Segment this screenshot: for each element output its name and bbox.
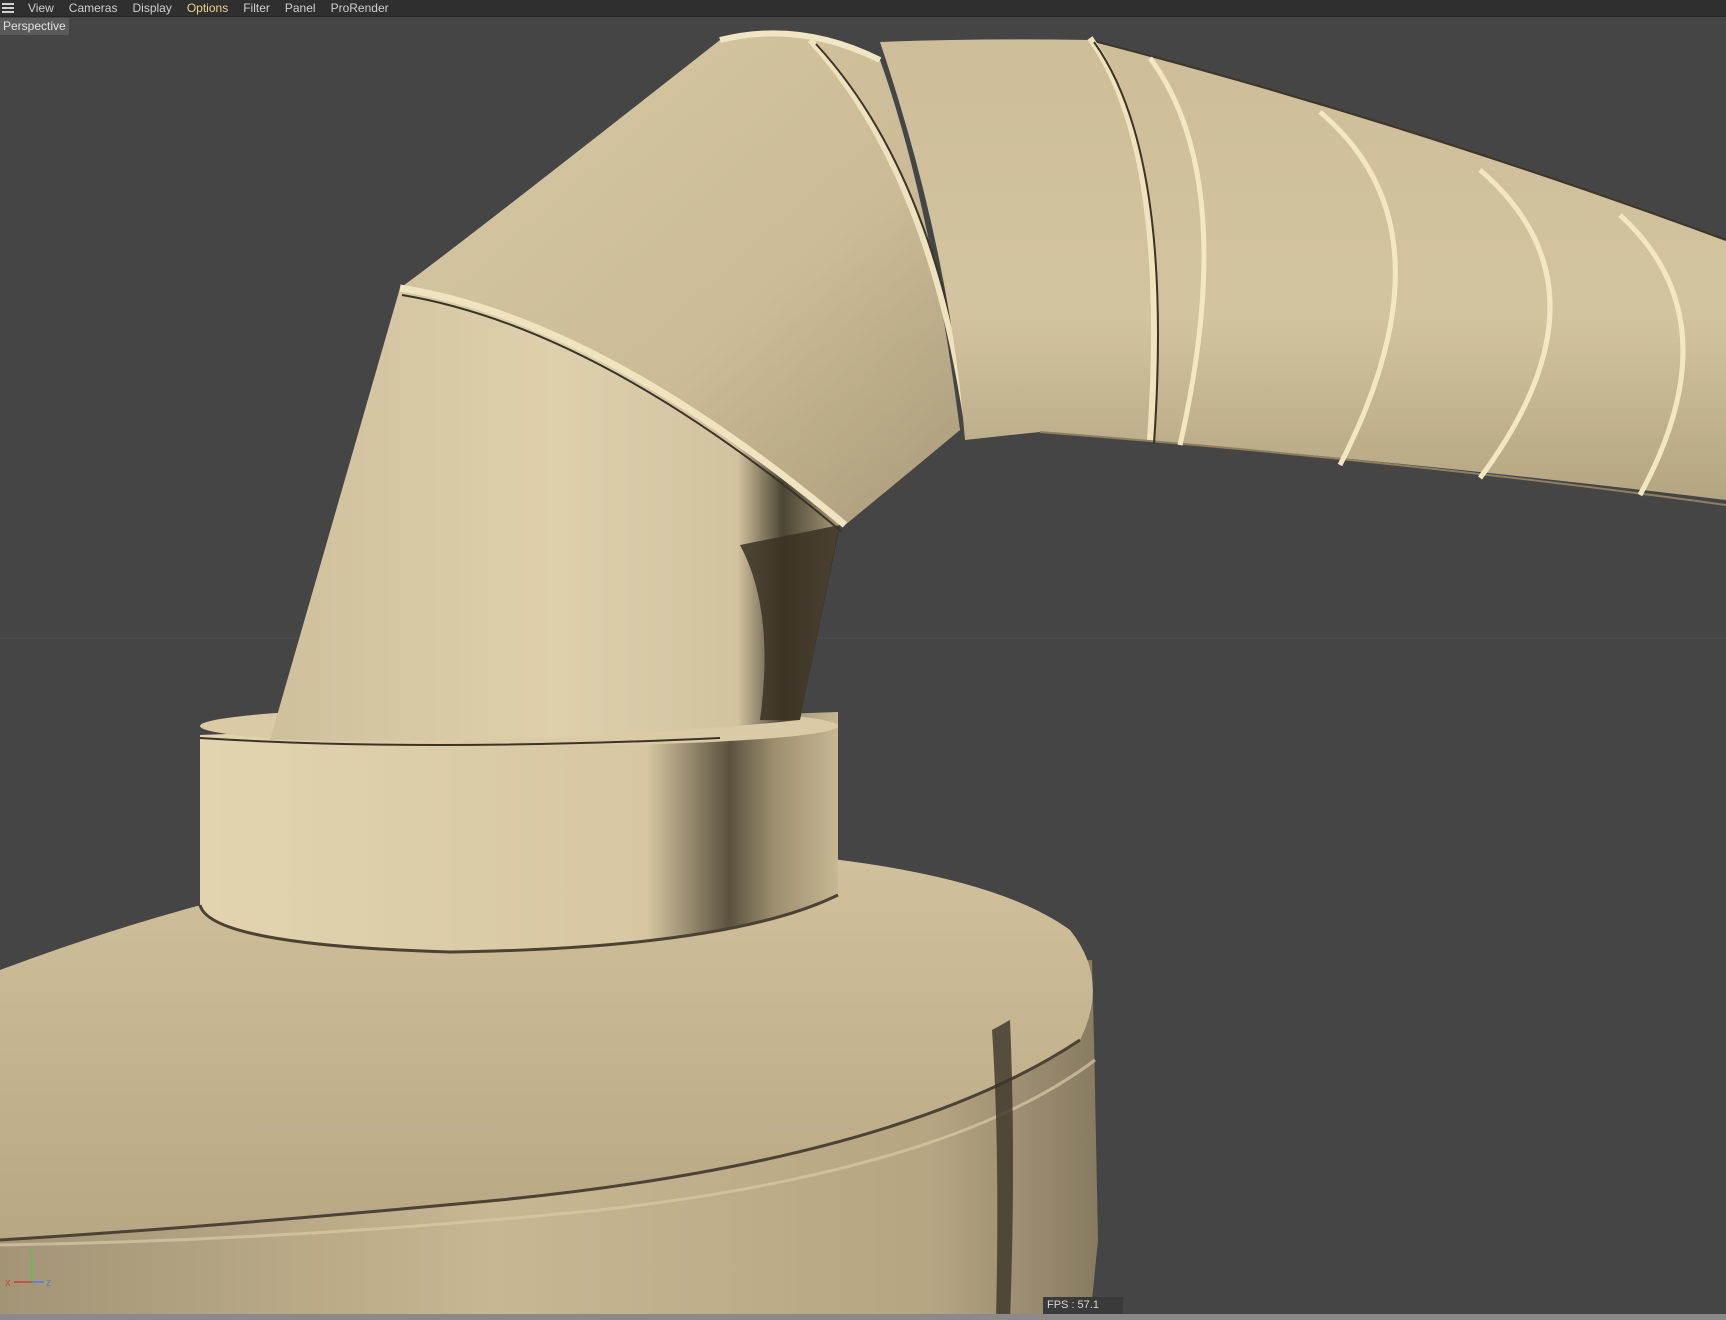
menu-prorender[interactable]: ProRender (331, 0, 389, 16)
menu-display[interactable]: Display (132, 0, 171, 16)
viewport-menubar: View Cameras Display Options Filter Pane… (0, 0, 1726, 17)
menu-view[interactable]: View (28, 0, 54, 16)
menu-options[interactable]: Options (187, 0, 228, 16)
axis-gizmo-icon: Y X Z (5, 1247, 51, 1288)
menu-cameras[interactable]: Cameras (69, 0, 118, 16)
camera-label[interactable]: Perspective (0, 18, 69, 35)
axis-x-label: X (5, 1279, 11, 1288)
axis-z-label: Z (46, 1279, 51, 1288)
menu-filter[interactable]: Filter (243, 0, 270, 16)
menu-panel[interactable]: Panel (285, 0, 316, 16)
3d-model-render (0, 30, 1726, 1320)
hamburger-menu-icon[interactable] (2, 0, 18, 16)
axis-y-label: Y (29, 1247, 35, 1256)
viewport-bottom-edge (0, 1314, 1726, 1320)
3d-viewport[interactable]: View Cameras Display Options Filter Pane… (0, 0, 1726, 1320)
fps-counter: FPS : 57.1 (1043, 1297, 1123, 1314)
